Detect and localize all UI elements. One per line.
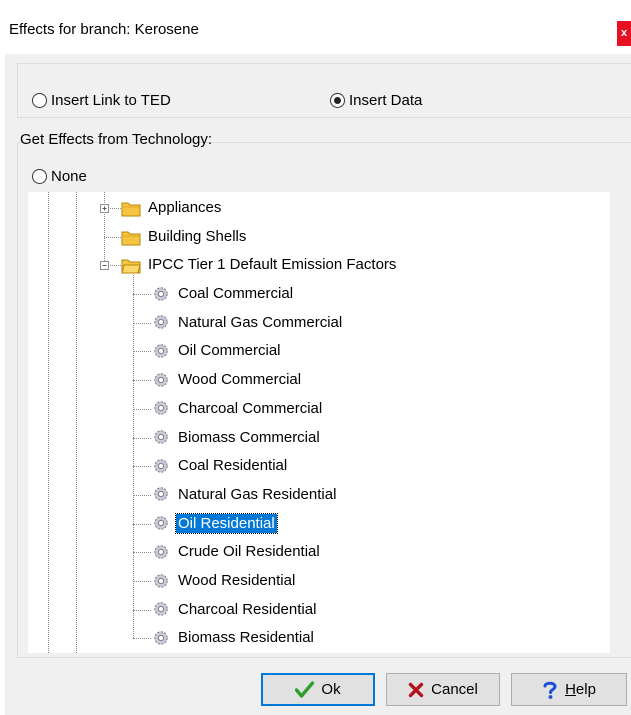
insert-mode-group (17, 63, 631, 118)
gear-icon (154, 286, 168, 301)
radio-circle-selected (330, 93, 345, 108)
insert-link-label: Insert Link to TED (51, 92, 171, 109)
checkmark-icon (295, 681, 315, 698)
radio-circle (32, 93, 47, 108)
tree-label: Natural Gas Commercial (178, 313, 343, 331)
tree-guide-line (133, 275, 134, 638)
none-label: None (51, 168, 87, 185)
tree-item[interactable]: Biomass Commercial (151, 428, 322, 447)
tree-label: Natural Gas Residential (178, 485, 337, 503)
cross-icon (408, 682, 424, 697)
tree-label: Wood Commercial (178, 371, 302, 389)
gear-icon (154, 545, 168, 559)
tree-connector (133, 294, 151, 295)
insert-link-radio[interactable]: Insert Link to TED (32, 92, 171, 109)
tree-item[interactable]: Wood Commercial (151, 370, 303, 389)
help-mnemonic: H (565, 681, 576, 698)
tree-label: IPCC Tier 1 Default Emission Factors (148, 256, 397, 273)
cancel-label: Cancel (431, 681, 478, 698)
folder-icon (121, 202, 141, 216)
gear-icon (154, 401, 168, 415)
tree-label: Charcoal Commercial (178, 399, 323, 417)
tree-item[interactable]: Coal Residential (151, 456, 289, 475)
gear-icon (154, 602, 168, 616)
gear-icon (154, 631, 168, 645)
tree-item[interactable]: Natural Gas Commercial (151, 313, 344, 332)
window-title: Effects for branch: Kerosene (9, 21, 199, 38)
tree-label: Wood Residential (178, 572, 296, 589)
tree-item[interactable]: Oil Residential (151, 512, 278, 534)
tree-connector (133, 609, 151, 611)
tree-connector (133, 523, 151, 525)
gear-icon (154, 315, 168, 329)
tree-connector (133, 638, 151, 640)
ok-label: Ok (321, 681, 341, 698)
tree-folder-appliances[interactable]: Appliances (121, 198, 223, 217)
question-mark-icon (543, 681, 557, 699)
tree-connector (133, 351, 151, 353)
tree-label: Crude Oil Residential (178, 543, 320, 561)
gear-icon (154, 430, 168, 444)
tree-item[interactable]: Biomass Residential (151, 628, 316, 647)
tree-label: Appliances (148, 199, 222, 216)
tree-guide-line (104, 192, 105, 263)
open-folder-icon (121, 259, 141, 273)
insert-data-radio[interactable]: Insert Data (330, 92, 422, 109)
tree-connector (133, 408, 151, 410)
tree-connector (133, 581, 151, 582)
tree-item[interactable]: Crude Oil Residential (151, 542, 322, 561)
folder-icon (121, 231, 141, 245)
tree-label: Oil Commercial (178, 342, 281, 360)
insert-data-label: Insert Data (349, 92, 423, 109)
close-button[interactable]: x (617, 21, 631, 46)
collapse-toggle[interactable] (100, 261, 109, 270)
tree-guide-line (48, 192, 49, 653)
help-label-rest: elp (575, 681, 596, 698)
tree-item[interactable]: Wood Residential (151, 571, 297, 590)
tree-item[interactable]: Natural Gas Residential (151, 485, 338, 504)
ok-button[interactable]: Ok (261, 673, 375, 706)
help-label: Help (565, 681, 596, 698)
title-bar: Effects for branch: Kerosene x (0, 0, 631, 54)
help-button[interactable]: Help (511, 673, 627, 706)
tree-item[interactable]: Charcoal Commercial (151, 399, 324, 418)
tree-label: Coal Residential (178, 457, 288, 475)
tree-folder-ipcc-tier1[interactable]: IPCC Tier 1 Default Emission Factors (121, 255, 398, 274)
tree-connector (133, 322, 151, 324)
tree-guide-line (76, 192, 77, 653)
gear-icon (154, 458, 168, 473)
tree-label: Oil Residential (175, 512, 278, 534)
tree-label: Coal Commercial (178, 285, 294, 302)
gear-icon (154, 573, 168, 588)
none-radio[interactable]: None (32, 168, 87, 185)
tree-connector (133, 466, 151, 468)
tree-connector (104, 237, 121, 238)
cancel-button[interactable]: Cancel (386, 673, 500, 706)
tree-connector (133, 552, 151, 554)
gear-icon (154, 487, 168, 502)
tree-item[interactable]: Coal Commercial (151, 284, 295, 303)
tree-connector (133, 380, 151, 382)
tree-connector (133, 437, 151, 439)
gear-icon (154, 344, 168, 358)
tree-item[interactable]: Oil Commercial (151, 341, 283, 360)
tree-label: Charcoal Residential (178, 600, 317, 618)
technology-group-label: Get Effects from Technology: (20, 131, 213, 148)
technology-tree[interactable]: Appliances Building Shells IPCC Tier 1 D… (28, 192, 610, 653)
expand-toggle[interactable] (100, 204, 109, 213)
gear-icon (154, 372, 168, 387)
radio-circle (32, 169, 47, 184)
tree-label: Building Shells (148, 228, 247, 245)
tree-label: Biomass Commercial (178, 428, 320, 446)
tree-connector (133, 494, 151, 496)
tree-folder-building-shells[interactable]: Building Shells (121, 227, 248, 246)
gear-icon (154, 516, 168, 530)
tree-label: Biomass Residential (178, 629, 314, 647)
tree-item[interactable]: Charcoal Residential (151, 600, 318, 619)
